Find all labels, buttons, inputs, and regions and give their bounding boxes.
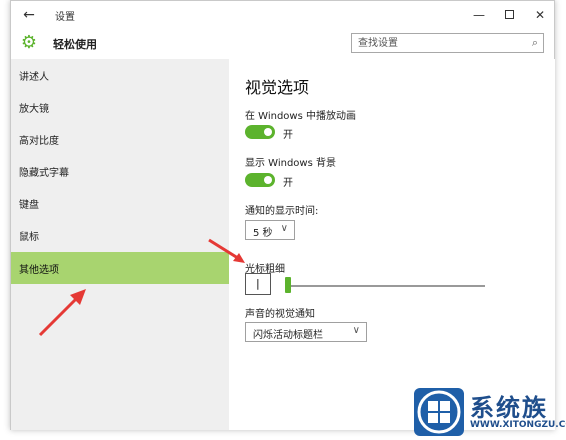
category-title: 轻松使用 [53,38,97,51]
notification-time-label: 通知的显示时间: [245,206,319,217]
back-arrow-icon: ← [23,7,35,23]
notification-time-select[interactable]: 5 秒 ∨ [245,220,295,240]
sidebar-item-magnifier[interactable]: 放大镜 [11,91,229,123]
animations-label: 在 Windows 中播放动画 [245,111,356,122]
cursor-thickness-preview: | [245,273,271,295]
sound-visual-label: 声音的视觉通知 [245,309,315,320]
close-button[interactable]: ✕ [528,5,552,25]
toggle-knob [264,128,272,136]
slider-thumb[interactable] [285,277,291,293]
animations-toggle[interactable] [245,125,275,139]
sidebar-item-narrator[interactable]: 讲述人 [11,59,229,91]
page-title: 视觉选项 [245,78,310,97]
sidebar-item-label: 其他选项 [19,265,59,276]
watermark-name: 系统族 [470,394,548,422]
maximize-icon [504,10,514,19]
chevron-down-icon: ∨ [352,325,360,336]
window-title: 设置 [55,12,75,23]
sidebar-item-keyboard[interactable]: 键盘 [11,187,229,219]
sidebar: 讲述人 放大镜 高对比度 隐藏式字幕 键盘 鼠标 其他选项 [11,59,229,430]
annotation-arrow-icon [208,238,245,263]
settings-header: ⚙ 轻松使用 ⌕ [11,29,554,59]
search-icon[interactable]: ⌕ [532,36,538,50]
background-label: 显示 Windows 背景 [245,158,336,169]
minimize-button[interactable]: — [467,5,491,25]
background-toggle[interactable] [245,173,275,187]
toggle-knob [264,176,272,184]
settings-window: ← 设置 — ✕ ⚙ 轻松使用 ⌕ 讲述人 放大镜 高对比度 隐藏式字幕 [10,0,555,430]
notification-time-value: 5 秒 [253,228,273,239]
minimize-icon: — [473,8,485,22]
windows-logo-icon [414,388,464,436]
sound-visual-select[interactable]: 闪烁活动标题栏 ∨ [245,322,367,342]
annotation-arrow-icon [38,289,86,337]
sidebar-item-closed-captions[interactable]: 隐藏式字幕 [11,155,229,187]
cursor-preview-glyph: | [256,277,260,290]
sidebar-item-label: 讲述人 [19,72,49,83]
sidebar-item-label: 隐藏式字幕 [19,168,69,179]
sidebar-item-label: 放大镜 [19,104,49,115]
search-input[interactable] [352,34,534,52]
maximize-button[interactable] [497,5,521,25]
close-icon: ✕ [534,8,546,22]
sound-visual-value: 闪烁活动标题栏 [253,330,323,341]
background-state: 开 [283,178,293,189]
watermark-logo: 系统族 WWW.XITONGZU.COM [410,386,566,440]
sidebar-item-label: 键盘 [19,200,39,211]
watermark-url: WWW.XITONGZU.COM [470,420,566,430]
sidebar-item-label: 高对比度 [19,136,59,147]
cursor-thickness-slider[interactable] [285,285,485,287]
sidebar-item-other-options[interactable]: 其他选项 [11,252,229,284]
gear-icon: ⚙ [20,32,38,53]
chevron-down-icon: ∨ [280,223,288,234]
sidebar-item-label: 鼠标 [19,232,39,243]
main-content: 视觉选项 在 Windows 中播放动画 开 显示 Windows 背景 开 通… [229,59,555,430]
sidebar-item-mouse[interactable]: 鼠标 [11,219,229,251]
search-box[interactable]: ⌕ [351,33,544,53]
back-button[interactable]: ← [19,6,39,24]
sidebar-item-high-contrast[interactable]: 高对比度 [11,123,229,155]
title-bar: ← 设置 — ✕ [11,1,554,29]
animations-state: 开 [283,130,293,141]
